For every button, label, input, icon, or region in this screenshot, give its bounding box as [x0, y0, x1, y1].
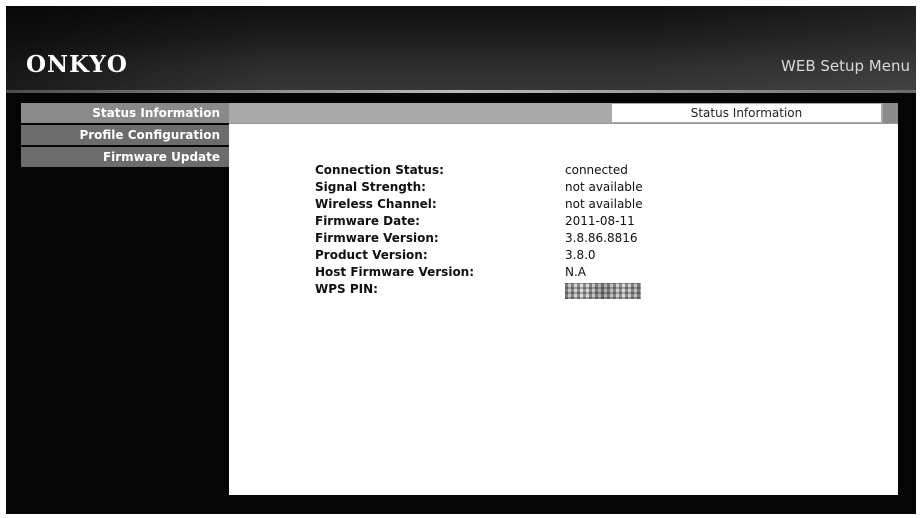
info-value: not available [565, 180, 643, 194]
sidebar-nav: Status Information Profile Configuration… [21, 103, 229, 169]
tab-divider [229, 123, 898, 124]
header-divider [6, 90, 916, 93]
info-label: Product Version: [315, 248, 428, 262]
tab-status-information[interactable]: Status Information [612, 104, 881, 122]
content-panel: Status Information Connection Status: co… [229, 103, 898, 495]
info-row-host-firmware-version: Host Firmware Version: N.A [315, 265, 815, 282]
info-row-product-version: Product Version: 3.8.0 [315, 248, 815, 265]
info-row-wireless-channel: Wireless Channel: not available [315, 197, 815, 214]
info-label: Signal Strength: [315, 180, 426, 194]
info-label: Host Firmware Version: [315, 265, 475, 279]
wps-pin-pixelated-value [565, 283, 641, 299]
tab-bar-edge [883, 103, 898, 123]
tab-bar: Status Information [229, 103, 898, 123]
info-value: 3.8.0 [565, 248, 596, 262]
info-value: not available [565, 197, 643, 211]
info-row-firmware-version: Firmware Version: 3.8.86.8816 [315, 231, 815, 248]
info-row-signal-strength: Signal Strength: not available [315, 180, 815, 197]
info-value: N.A [565, 265, 586, 279]
onkyo-logo: ONKYO [26, 51, 128, 78]
info-value: 2011-08-11 [565, 214, 635, 228]
info-label: Wireless Channel: [315, 197, 437, 211]
app-window: ONKYO WEB Setup Menu Status Information … [6, 6, 916, 514]
info-label: WPS PIN: [315, 282, 378, 296]
info-row-firmware-date: Firmware Date: 2011-08-11 [315, 214, 815, 231]
header-decoration [6, 6, 916, 90]
sidebar-item-status-information[interactable]: Status Information [21, 103, 229, 123]
info-label: Connection Status: [315, 163, 444, 177]
menu-title: WEB Setup Menu [781, 57, 910, 75]
info-label: Firmware Version: [315, 231, 439, 245]
sidebar-item-firmware-update[interactable]: Firmware Update [21, 147, 229, 167]
header-bar: ONKYO WEB Setup Menu [6, 6, 916, 90]
info-value: 3.8.86.8816 [565, 231, 638, 245]
info-row-wps-pin: WPS PIN: [315, 282, 815, 299]
info-row-connection-status: Connection Status: connected [315, 163, 815, 180]
status-info-list: Connection Status: connected Signal Stre… [315, 163, 815, 299]
info-label: Firmware Date: [315, 214, 420, 228]
info-value: connected [565, 163, 628, 177]
sidebar-item-profile-configuration[interactable]: Profile Configuration [21, 125, 229, 145]
